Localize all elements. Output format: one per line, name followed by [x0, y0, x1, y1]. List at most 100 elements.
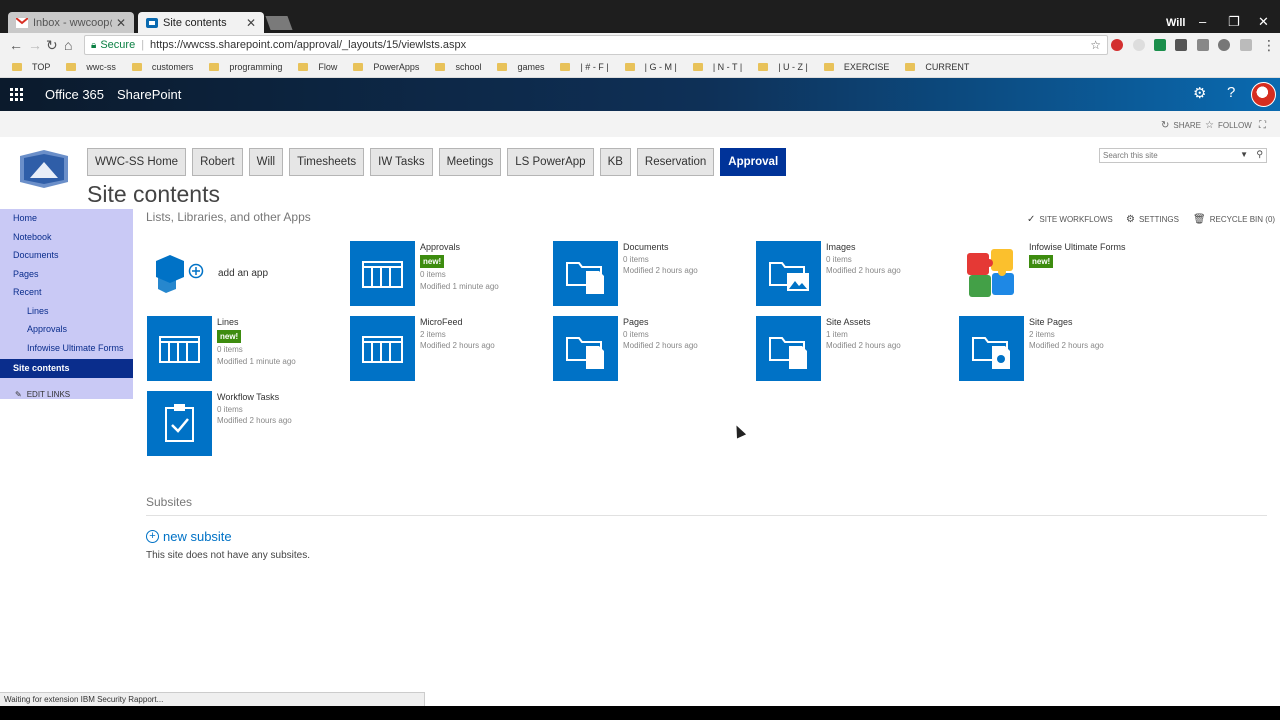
nav-tab-approval[interactable]: Approval [720, 148, 787, 176]
app-name[interactable]: Site Assets [826, 317, 901, 329]
avatar[interactable] [1251, 82, 1276, 107]
bookmark-folder[interactable]: | # - F | [560, 62, 609, 72]
search-icon[interactable]: ⚲ [1256, 149, 1263, 160]
app-name[interactable]: Lines [217, 317, 296, 329]
minimize-icon[interactable]: – [1199, 14, 1206, 29]
bookmark-star-icon[interactable]: ☆ [1090, 38, 1101, 52]
nav-tab-meetings[interactable]: Meetings [438, 148, 502, 176]
sharepoint-app-title[interactable]: SharePoint [117, 87, 181, 102]
app-name[interactable]: Approvals [420, 242, 499, 254]
forward-icon[interactable]: → [28, 37, 42, 53]
bookmark-folder[interactable]: Flow [298, 62, 337, 72]
settings-button[interactable]: ⚙ SETTINGS [1126, 214, 1179, 225]
tab-site-contents[interactable]: Site contents ✕ [138, 12, 264, 33]
document-library-icon[interactable] [553, 316, 618, 381]
bookmark-folder[interactable]: EXERCISE [823, 62, 889, 72]
list-icon[interactable] [147, 316, 212, 381]
site-pages-library-icon[interactable] [959, 316, 1024, 381]
office365-brand[interactable]: Office 365 [45, 87, 104, 102]
list-icon[interactable] [350, 316, 415, 381]
app-name[interactable]: MicroFeed [420, 317, 495, 329]
extension-icon[interactable] [1218, 39, 1230, 51]
back-icon[interactable]: ← [9, 37, 23, 53]
bookmark-folder[interactable]: TOP [12, 62, 50, 72]
restore-icon[interactable]: ❐ [1228, 14, 1240, 30]
site-workflows-button[interactable]: ✓ SITE WORKFLOWS [1027, 214, 1113, 225]
app-tile-approvals[interactable]: Approvals new! 0 items Modified 1 minute… [350, 241, 550, 307]
leftnav-site-contents[interactable]: Site contents [0, 359, 133, 378]
app-name[interactable]: Workflow Tasks [217, 392, 292, 404]
app-name[interactable]: Documents [623, 242, 698, 254]
tab-close-icon[interactable]: ✕ [246, 16, 256, 30]
focus-on-content-icon[interactable]: ⛶ [1259, 120, 1270, 131]
recycle-bin-button[interactable]: 🗑︎ RECYCLE BIN (0) [1193, 214, 1275, 225]
home-icon[interactable]: ⌂ [64, 37, 72, 53]
leftnav-home[interactable]: Home [0, 209, 133, 228]
list-icon[interactable] [350, 241, 415, 306]
chevron-down-icon[interactable]: ▼ [1240, 150, 1248, 159]
nav-tab-timesheets[interactable]: Timesheets [289, 148, 365, 176]
settings-gear-icon[interactable]: ⚙ [1193, 84, 1206, 102]
app-tile-documents[interactable]: Documents 0 items Modified 2 hours ago [553, 241, 753, 307]
follow-button[interactable]: ☆ FOLLOW [1205, 120, 1252, 131]
bookmark-folder[interactable]: wwc-ss [66, 62, 116, 72]
leftnav-recent-lines[interactable]: Lines [0, 302, 133, 321]
app-name[interactable]: Images [826, 242, 901, 254]
share-button[interactable]: ↻ SHARE [1161, 120, 1201, 131]
evernote-extension-icon[interactable] [1154, 39, 1166, 51]
url-bar[interactable]: 🔒︎ Secure | https://wwcss.sharepoint.com… [84, 35, 1108, 55]
bookmark-folder[interactable]: customers [131, 62, 193, 72]
extension-icon[interactable] [1197, 39, 1209, 51]
app-tile-microfeed[interactable]: MicroFeed 2 items Modified 2 hours ago [350, 316, 550, 382]
leftnav-notebook[interactable]: Notebook [0, 228, 133, 247]
picture-library-icon[interactable] [756, 241, 821, 306]
nav-tab-ls-powerapp[interactable]: LS PowerApp [507, 148, 594, 176]
adblock-extension-icon[interactable] [1111, 39, 1123, 51]
reload-icon[interactable]: ↻ [46, 37, 58, 54]
document-library-icon[interactable] [553, 241, 618, 306]
bookmark-folder[interactable]: school [435, 62, 481, 72]
app-name[interactable]: Site Pages [1029, 317, 1104, 329]
extension-icon[interactable] [1240, 39, 1252, 51]
add-an-app-tile[interactable]: add an app [156, 253, 276, 297]
nav-tab-robert[interactable]: Robert [192, 148, 243, 176]
leftnav-recent-infowise[interactable]: Infowise Ultimate Forms [0, 339, 133, 358]
bookmark-folder[interactable]: | G - M | [624, 62, 677, 72]
close-window-icon[interactable]: ✕ [1258, 14, 1269, 30]
task-list-icon[interactable] [147, 391, 212, 456]
help-icon[interactable]: ? [1227, 84, 1235, 101]
leftnav-documents[interactable]: Documents [0, 246, 133, 265]
leftnav-pages[interactable]: Pages [0, 265, 133, 284]
extension-icon[interactable] [1175, 39, 1187, 51]
puzzle-icon[interactable] [959, 241, 1024, 306]
chrome-menu-icon[interactable]: ⋮ [1262, 37, 1276, 54]
leftnav-recent-approvals[interactable]: Approvals [0, 320, 133, 339]
bookmark-folder[interactable]: | N - T | [692, 62, 742, 72]
browser-profile-name[interactable]: Will [1166, 17, 1185, 29]
bookmark-folder[interactable]: games [497, 62, 544, 72]
extension-icon[interactable] [1133, 39, 1145, 51]
bookmark-folder[interactable]: programming [209, 62, 282, 72]
new-subsite-link[interactable]: + new subsite [146, 529, 232, 544]
tab-close-icon[interactable]: ✕ [116, 16, 126, 30]
nav-tab-reservation[interactable]: Reservation [636, 148, 715, 176]
app-tile-workflow-tasks[interactable]: Workflow Tasks 0 items Modified 2 hours … [147, 391, 347, 457]
app-tile-infowise-ultimate-forms[interactable]: Infowise Ultimate Forms new! [959, 241, 1159, 307]
nav-tab-wwc-ss-home[interactable]: WWC-SS Home [87, 148, 187, 176]
app-tile-images[interactable]: Images 0 items Modified 2 hours ago [756, 241, 956, 307]
app-tile-lines[interactable]: Lines new! 0 items Modified 1 minute ago [147, 316, 347, 382]
app-launcher-icon[interactable] [0, 78, 33, 111]
edit-links-button[interactable]: ✎ EDIT LINKS [0, 386, 133, 405]
bookmark-folder[interactable]: CURRENT [905, 62, 969, 72]
nav-tab-kb[interactable]: KB [599, 148, 631, 176]
new-tab-button[interactable] [265, 16, 293, 30]
tab-gmail[interactable]: Inbox - wwcoop@gmail.c ✕ [8, 12, 134, 33]
app-tile-site-pages[interactable]: Site Pages 2 items Modified 2 hours ago [959, 316, 1159, 382]
document-library-icon[interactable] [756, 316, 821, 381]
leftnav-recent[interactable]: Recent [0, 283, 133, 302]
app-name[interactable]: Infowise Ultimate Forms [1029, 242, 1126, 254]
app-tile-pages[interactable]: Pages 0 items Modified 2 hours ago [553, 316, 753, 382]
search-input[interactable]: Search this site ▼ ⚲ [1099, 148, 1267, 163]
app-name[interactable]: Pages [623, 317, 698, 329]
nav-tab-will[interactable]: Will [248, 148, 284, 176]
